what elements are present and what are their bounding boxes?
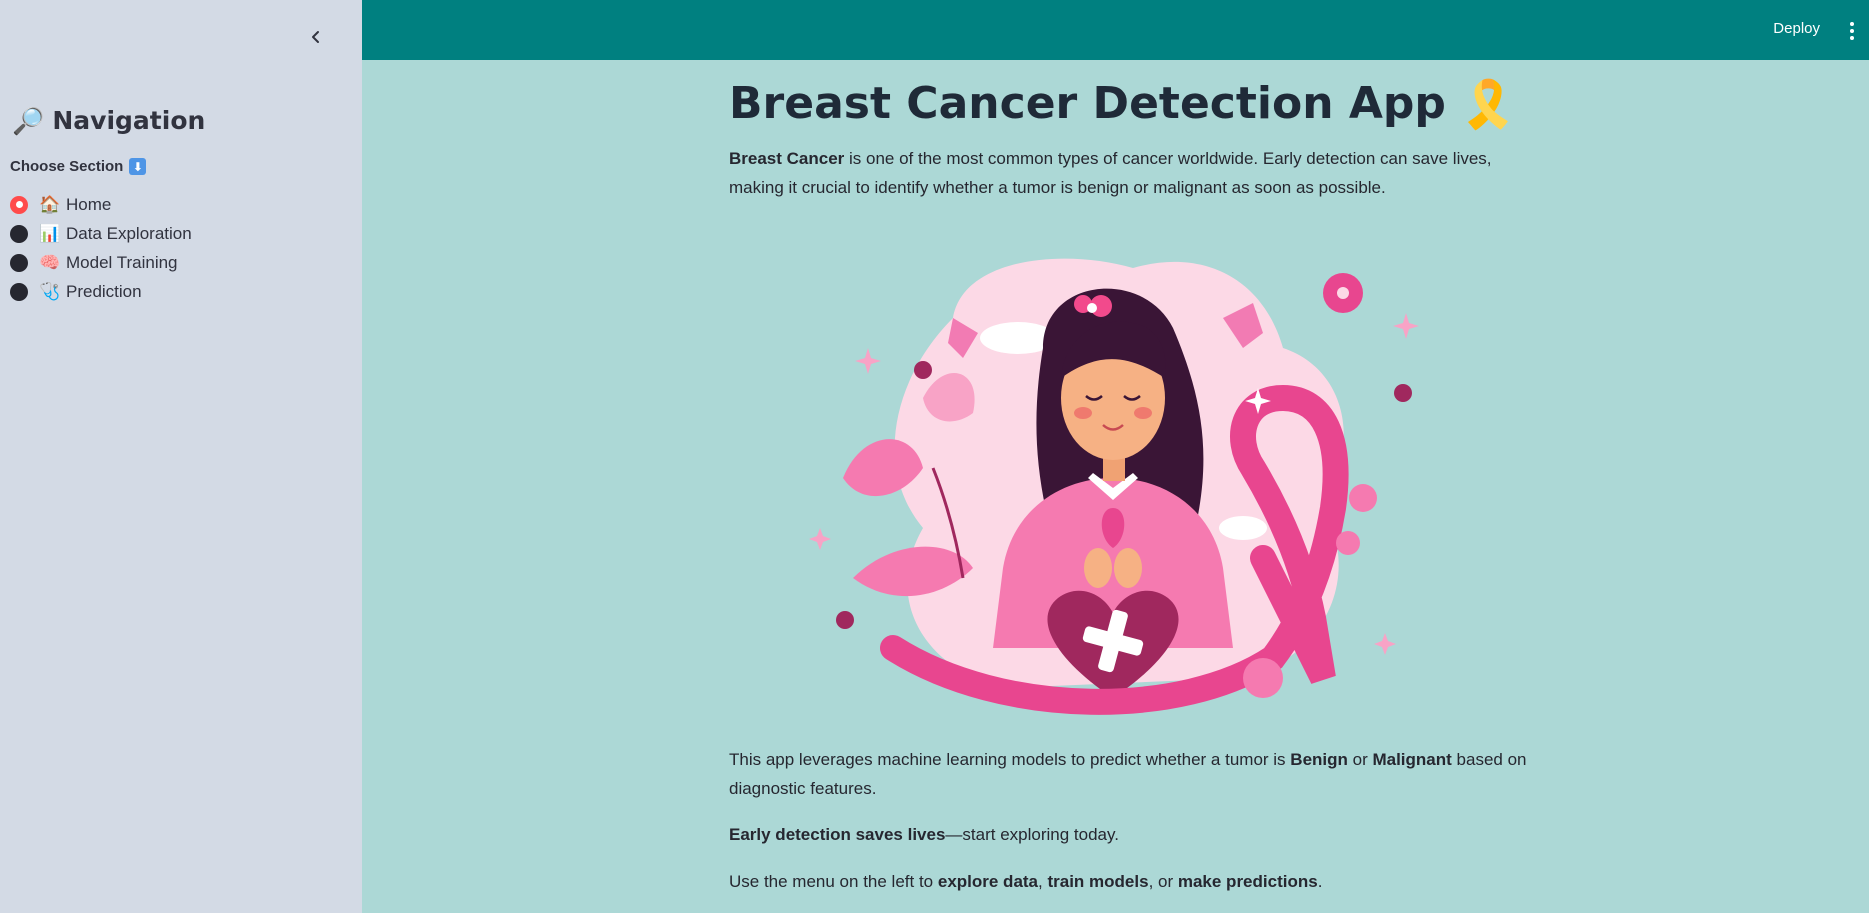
- magnifier-icon: 🔎: [12, 106, 45, 136]
- radio-home[interactable]: 🏠 Home: [10, 190, 192, 219]
- sidebar-title-text: Navigation: [52, 106, 206, 135]
- radio-selected-icon[interactable]: [10, 195, 28, 214]
- benign-bold: Benign: [1290, 750, 1348, 769]
- text: or: [1347, 750, 1373, 769]
- main-content: Breast Cancer Detection App 🎗️ Breast Ca…: [729, 60, 1529, 891]
- intro-bold: Breast Cancer: [729, 149, 845, 168]
- train-bold: train models: [1047, 872, 1149, 891]
- text: Use the menu on the left to: [729, 872, 938, 891]
- radio-unselected-icon[interactable]: [10, 282, 28, 301]
- brain-icon: 🧠: [39, 252, 61, 272]
- intro-text: is one of the most common types of cance…: [729, 149, 1492, 197]
- radio-unselected-icon[interactable]: [10, 224, 28, 243]
- text: , or: [1148, 872, 1178, 891]
- radio-label: Data Exploration: [66, 223, 192, 243]
- text: This app leverages machine learning mode…: [729, 750, 1291, 769]
- down-arrow-icon: ⬇: [129, 158, 147, 175]
- stethoscope-icon: 🩺: [39, 281, 61, 301]
- dot: [1850, 22, 1854, 26]
- malignant-bold: Malignant: [1372, 750, 1452, 769]
- house-icon: 🏠: [39, 194, 61, 214]
- dot: [1850, 36, 1854, 40]
- text: .: [1317, 872, 1323, 891]
- radio-prediction[interactable]: 🩺 Prediction: [10, 277, 192, 306]
- page-title-text: Breast Cancer Detection App: [729, 78, 1446, 129]
- intro-paragraph: Breast Cancer is one of the most common …: [729, 144, 1529, 202]
- ribbon-icon: 🎗️: [1459, 77, 1518, 131]
- radio-unselected-icon[interactable]: [10, 253, 28, 272]
- section-radio-group: 🏠 Home 📊 Data Exploration 🧠 Model Traini…: [10, 190, 192, 306]
- predict-bold: make predictions: [1177, 872, 1318, 891]
- choose-section-text: Choose Section: [10, 158, 124, 175]
- radio-label: Home: [66, 194, 112, 214]
- explore-bold: explore data: [937, 872, 1039, 891]
- tagline-bold: Early detection saves lives: [729, 825, 946, 844]
- sidebar: 🔎 Navigation Choose Section ⬇ 🏠 Home 📊 D…: [0, 0, 362, 913]
- choose-section-label: Choose Section ⬇: [10, 158, 147, 175]
- app-header: Deploy: [362, 0, 1869, 60]
- text: —start exploring today.: [945, 825, 1119, 844]
- bar-chart-icon: 📊: [39, 223, 61, 243]
- radio-label: Prediction: [66, 281, 142, 301]
- chevron-left-icon: [312, 31, 319, 43]
- collapse-sidebar-button[interactable]: [303, 24, 329, 50]
- radio-data-exploration[interactable]: 📊 Data Exploration: [10, 219, 192, 248]
- breast-cancer-illustration: [809, 258, 1419, 715]
- instructions-paragraph: Use the menu on the left to explore data…: [729, 867, 1529, 896]
- page-title: Breast Cancer Detection App 🎗️: [729, 76, 1529, 132]
- dot: [1850, 29, 1854, 33]
- description-paragraph: This app leverages machine learning mode…: [729, 745, 1529, 803]
- deploy-button[interactable]: Deploy: [1773, 20, 1820, 37]
- kebab-menu-icon[interactable]: [1847, 22, 1857, 40]
- radio-label: Model Training: [66, 252, 178, 272]
- sidebar-title: 🔎 Navigation: [12, 104, 205, 138]
- tagline-paragraph: Early detection saves lives—start explor…: [729, 820, 1529, 849]
- radio-model-training[interactable]: 🧠 Model Training: [10, 248, 192, 277]
